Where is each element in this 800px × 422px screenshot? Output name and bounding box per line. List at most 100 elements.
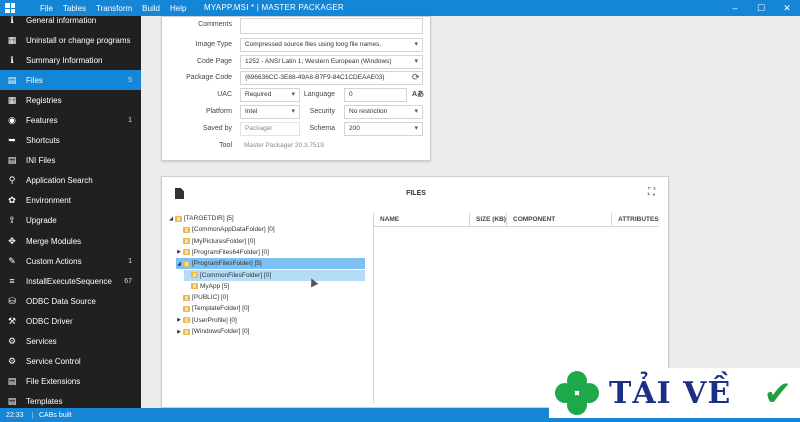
menu-item-file[interactable]: File xyxy=(40,4,53,13)
menu-bar: File Tables Transform Build Help xyxy=(40,4,196,13)
summary-information-card: Comments Image Type Compressed source fi… xyxy=(161,16,431,161)
sidebar-item-label: ODBC Data Source xyxy=(26,296,96,306)
tree-node[interactable]: [TemplateFolder] [0] xyxy=(176,303,249,314)
sidebar-item-label: File Extensions xyxy=(26,377,81,387)
schema-select[interactable]: 200 xyxy=(344,122,423,136)
security-label: Security xyxy=(309,108,335,115)
image-type-label: Image Type xyxy=(195,41,232,48)
clover-logo-icon xyxy=(555,371,599,415)
sidebar-item-application-search[interactable]: ⚲ Application Search xyxy=(0,171,141,191)
menu-item-tables[interactable]: Tables xyxy=(63,4,86,13)
folder-icon xyxy=(183,317,190,324)
comments-field[interactable] xyxy=(240,18,423,34)
security-select[interactable]: No restriction xyxy=(344,105,423,119)
status-time: 22:33 xyxy=(6,411,24,419)
tree-node-label: [UserProfile] [0] xyxy=(192,316,237,324)
gear-icon: ⚙ xyxy=(7,336,17,347)
regenerate-code-icon[interactable]: ⟳ xyxy=(412,72,420,83)
column-size[interactable]: SIZE (KB) xyxy=(470,213,507,227)
tree-node[interactable]: [PUBLIC] [0] xyxy=(176,292,228,303)
sidebar-item-label: Files xyxy=(26,75,43,85)
saved-by-field[interactable]: Packager xyxy=(240,122,300,136)
sidebar-item-odbc-data-source[interactable]: ⛁ ODBC Data Source xyxy=(0,291,141,311)
folder-tree: ◢ [TARGETDIR] [5] [CommonAppDataFolder] [0… xyxy=(168,213,371,403)
tree-expand-arrow-icon[interactable]: ◢ xyxy=(176,261,182,267)
language-picker-icon[interactable]: Aあ xyxy=(412,89,424,99)
merge-icon: ✥ xyxy=(8,235,16,246)
tree-node[interactable]: ◢ [TARGETDIR] [5] xyxy=(168,213,234,224)
sidebar-item-environment[interactable]: ✿ Environment xyxy=(0,191,141,211)
sidebar-item-label: Application Search xyxy=(26,176,93,186)
menu-item-transform[interactable]: Transform xyxy=(96,4,132,13)
custom-action-icon: ✎ xyxy=(8,255,16,266)
tree-node[interactable]: MyApp [5] xyxy=(184,281,229,292)
close-button[interactable]: ✕ xyxy=(774,0,800,16)
tree-node[interactable]: ◢ [ProgramFilesFolder] [5] xyxy=(176,258,365,270)
sidebar-item-label: Merge Modules xyxy=(26,236,82,246)
sidebar-item-uninstall-or-change-programs[interactable]: ▦ Uninstall or change programs xyxy=(0,30,141,50)
code-page-select[interactable]: 1252 - ANSI Latin 1; Western European (W… xyxy=(240,55,423,69)
database-icon: ⛁ xyxy=(8,295,16,306)
sidebar-item-file-extensions[interactable]: ▤ File Extensions xyxy=(0,372,141,392)
image-type-select[interactable]: Compressed source files using long file … xyxy=(240,38,423,52)
platform-select[interactable]: Intel xyxy=(240,105,300,119)
sidebar-item-files[interactable]: ▤ Files 5 xyxy=(0,70,141,91)
tree-node[interactable]: [CommonFilesFolder] [0] xyxy=(184,269,365,281)
sidebar-item-templates[interactable]: ▤ Templates xyxy=(0,392,141,408)
package-code-field[interactable]: {696636CC-3E88-49A8-B7F9-84C1CDEAAE03} xyxy=(240,71,423,85)
sidebar-item-general-information[interactable]: ℹ General information xyxy=(0,16,141,30)
tree-expand-arrow-icon[interactable]: ◢ xyxy=(168,216,174,222)
language-label: Language xyxy=(303,91,335,98)
tree-expand-arrow-icon[interactable]: ▶ xyxy=(176,317,182,323)
files-icon: ▤ xyxy=(7,74,17,85)
main-content: Comments Image Type Compressed source fi… xyxy=(141,16,800,408)
ini-icon: ▤ xyxy=(7,155,17,166)
sidebar-item-ini-files[interactable]: ▤ INI Files xyxy=(0,151,141,171)
sidebar-item-features[interactable]: ◉ Features 1 xyxy=(0,110,141,130)
tree-node[interactable]: ▶ [ProgramFiles64Folder] [0] xyxy=(176,247,269,258)
sidebar-item-label: Service Control xyxy=(26,357,81,367)
sidebar-item-label: General information xyxy=(26,16,97,25)
folder-icon xyxy=(183,328,190,335)
column-name[interactable]: NAME xyxy=(374,213,470,227)
extensions-icon: ▤ xyxy=(7,376,17,387)
sidebar-item-shortcuts[interactable]: ➥ Shortcuts xyxy=(0,131,141,151)
sidebar-item-service-control[interactable]: ⚙ Service Control xyxy=(0,352,141,372)
features-icon: ◉ xyxy=(8,115,16,126)
sidebar-item-count: 1 xyxy=(128,117,132,125)
language-field[interactable]: 0 xyxy=(344,88,407,102)
tree-expand-arrow-icon[interactable]: ▶ xyxy=(176,329,182,335)
tree-node[interactable]: [CommonAppDataFolder] [0] xyxy=(176,224,275,235)
sidebar-item-services[interactable]: ⚙ Services xyxy=(0,332,141,352)
sidebar-item-custom-actions[interactable]: ✎ Custom Actions 1 xyxy=(0,251,141,271)
files-title: FILES xyxy=(406,190,426,197)
tree-node[interactable]: ▶ [UserProfile] [0] xyxy=(176,315,237,326)
code-page-label: Code Page xyxy=(196,58,232,65)
expand-icon[interactable]: ⛶ xyxy=(648,188,658,198)
column-attributes[interactable]: ATTRIBUTES xyxy=(612,213,659,227)
sidebar-item-registries[interactable]: ▦ Registries xyxy=(0,90,141,110)
minimize-button[interactable]: – xyxy=(722,0,748,16)
sidebar-item-summary-information[interactable]: ℹ Summary Information xyxy=(0,50,141,70)
column-component[interactable]: COMPONENT xyxy=(507,213,612,227)
folder-icon xyxy=(183,294,190,301)
tree-node[interactable]: [MyPicturesFolder] [0] xyxy=(176,236,255,247)
info-icon: ℹ xyxy=(10,54,14,65)
maximize-button[interactable]: ☐ xyxy=(748,0,774,16)
menu-item-build[interactable]: Build xyxy=(142,4,160,13)
driver-icon: ⚒ xyxy=(7,315,17,326)
sidebar-item-installexecutesequence[interactable]: ≡ InstallExecuteSequence 67 xyxy=(0,271,141,291)
tree-node-label: [TemplateFolder] [0] xyxy=(192,305,250,313)
tree-node-label: [WindowsFolder] [0] xyxy=(192,328,250,335)
sidebar-item-merge-modules[interactable]: ✥ Merge Modules xyxy=(0,231,141,251)
watermark: TẢI VỀ ✔ xyxy=(549,368,800,418)
templates-icon: ▤ xyxy=(7,396,17,407)
sidebar-item-odbc-driver[interactable]: ⚒ ODBC Driver xyxy=(0,311,141,331)
menu-item-help[interactable]: Help xyxy=(170,4,186,13)
tree-node[interactable]: ▶ [WindowsFolder] [0] xyxy=(176,326,249,337)
uac-select[interactable]: Required xyxy=(240,88,300,102)
sidebar-item-label: Registries xyxy=(26,95,62,105)
tree-expand-arrow-icon[interactable]: ▶ xyxy=(176,249,182,255)
registry-icon: ▦ xyxy=(7,94,17,105)
sidebar-item-upgrade[interactable]: ⇪ Upgrade xyxy=(0,211,141,231)
